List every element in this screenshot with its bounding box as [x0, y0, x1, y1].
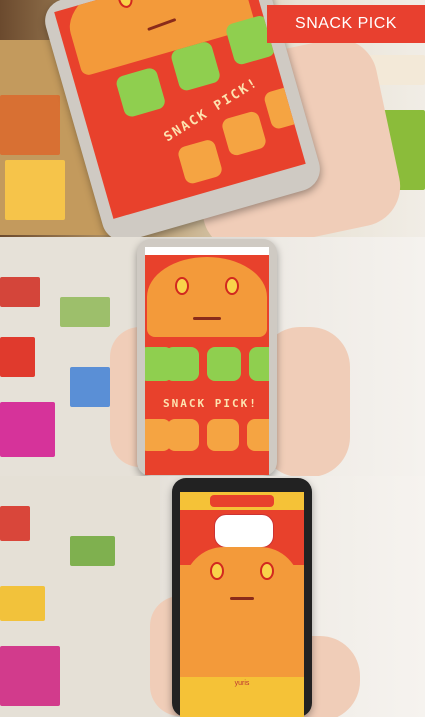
- orange-cracker: [207, 419, 239, 451]
- snack-box: [70, 367, 110, 407]
- snack-box: [0, 646, 60, 706]
- snack-box: [0, 506, 30, 541]
- snack-box: [0, 402, 55, 457]
- cracker-face: [58, 0, 257, 77]
- cracker-mouth: [230, 597, 254, 600]
- app-bottom-bar: yuris: [180, 677, 304, 717]
- snack-box: [0, 586, 45, 621]
- orange-cracker: [176, 138, 224, 186]
- smartphone: SNACK PICK!: [137, 239, 277, 476]
- photo-panel-2: SNACK PICK!: [0, 237, 425, 476]
- smartphone: yuris: [172, 478, 312, 717]
- photo-panel-3: yuris: [0, 476, 425, 717]
- screen-title: SNACK PICK!: [163, 397, 258, 410]
- brand-badge: SNACK PICK: [267, 5, 425, 43]
- snack-box: [0, 95, 60, 155]
- cracker-face: [184, 547, 300, 657]
- orange-cracker: [247, 419, 269, 451]
- cracker-eye: [260, 562, 274, 580]
- snack-box: [0, 337, 35, 377]
- orange-cracker: [220, 110, 268, 158]
- snack-box: [70, 536, 115, 566]
- app-top-bar-title: [210, 495, 274, 507]
- cracker-eye: [225, 277, 239, 295]
- snack-box: [5, 160, 65, 220]
- cracker-eye: [210, 562, 224, 580]
- cracker-mouth: [193, 317, 221, 320]
- app-top-bar: [180, 492, 304, 510]
- cracker-eye: [175, 277, 189, 295]
- speech-bubble: [214, 514, 274, 548]
- green-biscuit: [165, 347, 199, 381]
- green-biscuit: [249, 347, 269, 381]
- app-screen: yuris: [180, 492, 304, 717]
- bottom-bar-label: yuris: [234, 680, 250, 687]
- cracker-face: [147, 257, 267, 337]
- snack-box: [0, 277, 40, 307]
- green-biscuit: [114, 66, 167, 119]
- photo-panel-1: SNACK PICK! SNACK PICK: [0, 0, 425, 237]
- green-biscuit: [207, 347, 241, 381]
- status-bar: [145, 247, 269, 255]
- snack-box: [60, 297, 110, 327]
- app-screen: SNACK PICK!: [145, 247, 269, 475]
- orange-cracker: [167, 419, 199, 451]
